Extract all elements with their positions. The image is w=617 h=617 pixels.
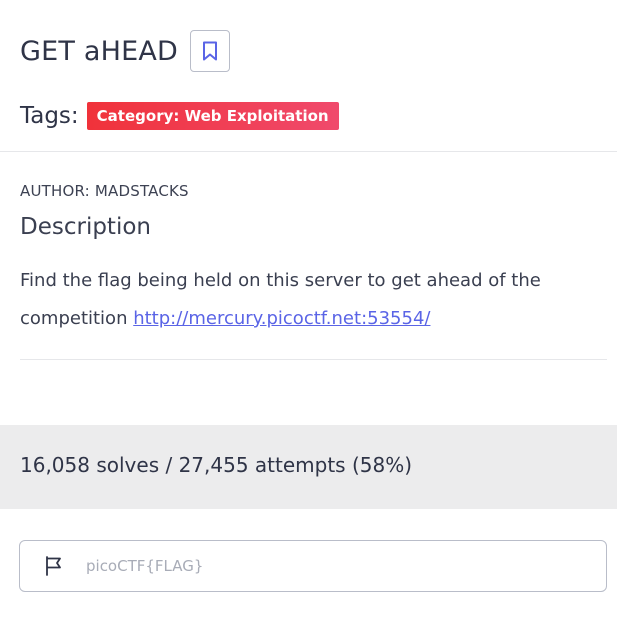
- bookmark-icon: [203, 41, 218, 61]
- tags-label: Tags:: [20, 103, 79, 129]
- divider: [0, 151, 617, 152]
- tag-category-web-exploitation[interactable]: Category: Web Exploitation: [86, 102, 339, 130]
- divider: [20, 359, 607, 360]
- challenge-title: GET aHEAD: [20, 35, 179, 67]
- description-text: Find the flag being held on this server …: [20, 262, 600, 338]
- tags-row: Tags: Category: Web Exploitation: [20, 102, 339, 130]
- description-heading: Description: [20, 214, 151, 240]
- server-link[interactable]: http://mercury.picoctf.net:53554/: [133, 308, 430, 329]
- bookmark-button[interactable]: [190, 30, 231, 72]
- flag-icon: [42, 554, 66, 578]
- stats-panel: 16,058 solves / 27,455 attempts (58%): [0, 425, 617, 509]
- solves-stats: 16,058 solves / 27,455 attempts (58%): [20, 453, 413, 477]
- flag-input-container[interactable]: [19, 540, 607, 592]
- title-row: GET aHEAD: [20, 30, 231, 72]
- author-label: AUTHOR: MADSTACKS: [20, 182, 189, 200]
- flag-input[interactable]: [84, 556, 568, 576]
- challenge-page: GET aHEAD Tags: Category: Web Exploitati…: [0, 0, 617, 617]
